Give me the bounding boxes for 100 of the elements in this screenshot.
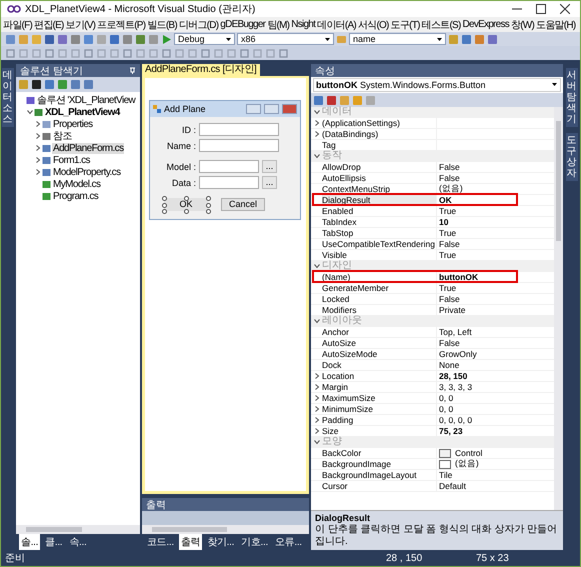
menu-item[interactable]: 보기(V): [66, 18, 96, 32]
property-name[interactable]: UseCompatibleTextRendering: [322, 239, 437, 249]
maximize-icon[interactable]: [536, 4, 546, 14]
panel-tab[interactable]: 속...: [67, 534, 88, 550]
pin-icon[interactable]: [129, 67, 136, 74]
chevron-down-icon[interactable]: [314, 109, 320, 115]
tree-item[interactable]: MyModel.cs: [52, 178, 102, 190]
resize-handle[interactable]: [184, 196, 189, 201]
chevron-right-icon[interactable]: [34, 133, 40, 139]
input-field[interactable]: [199, 176, 259, 189]
property-value[interactable]: 10: [439, 217, 448, 227]
caret-icon[interactable]: [226, 38, 231, 41]
menu-item[interactable]: 창(W): [510, 18, 534, 32]
property-name[interactable]: MinimumSize: [322, 404, 437, 414]
tree-item[interactable]: Program.cs: [52, 190, 100, 202]
property-value[interactable]: 0, 0, 0, 0: [439, 415, 472, 425]
property-value[interactable]: Default: [439, 481, 466, 491]
chevron-right-icon[interactable]: [314, 373, 320, 379]
property-value[interactable]: False: [439, 173, 460, 183]
property-name[interactable]: Anchor: [322, 327, 437, 337]
panel-tab[interactable]: 출력: [178, 534, 202, 550]
chevron-right-icon[interactable]: [34, 145, 40, 151]
cancel-button[interactable]: Cancel: [221, 198, 265, 211]
horizontal-scrollbar[interactable]: [16, 525, 140, 534]
property-value[interactable]: GrowOnly: [439, 349, 477, 359]
side-tab[interactable]: 서버 탐색기: [566, 68, 578, 127]
close-icon[interactable]: [560, 4, 570, 14]
menu-item[interactable]: 디버그(D): [178, 18, 218, 32]
property-value[interactable]: (없음): [439, 183, 463, 195]
caret-icon[interactable]: [325, 38, 330, 41]
browse-button[interactable]: ...: [262, 176, 277, 189]
property-name[interactable]: MaximumSize: [322, 393, 437, 403]
property-name[interactable]: GenerateMember: [322, 283, 437, 293]
object-selector[interactable]: buttonOK System.Windows.Forms.Button: [313, 78, 561, 92]
property-name[interactable]: (DataBindings): [322, 129, 437, 139]
property-value[interactable]: 0, 0: [439, 393, 454, 403]
chevron-right-icon[interactable]: [34, 121, 40, 127]
toolbar-icon[interactable]: [31, 79, 42, 90]
property-value[interactable]: True: [439, 206, 456, 216]
find-field[interactable]: name: [349, 33, 446, 45]
horizontal-scrollbar[interactable]: [142, 525, 309, 534]
property-name[interactable]: AutoEllipsis: [322, 173, 437, 183]
tree-item[interactable]: AddPlaneForm.cs: [52, 142, 124, 154]
property-value[interactable]: Control: [455, 448, 482, 458]
side-tab[interactable]: 데이터 소스: [2, 68, 14, 127]
property-name[interactable]: Visible: [322, 250, 437, 260]
menu-item[interactable]: 파일(F): [3, 18, 32, 32]
chevron-right-icon[interactable]: [34, 169, 40, 175]
minimize-button[interactable]: [246, 104, 261, 114]
vertical-scrollbar[interactable]: [554, 107, 563, 510]
property-value[interactable]: False: [439, 239, 460, 249]
menu-item[interactable]: gDEBugger: [220, 19, 266, 30]
property-name[interactable]: (ApplicationSettings): [322, 118, 437, 128]
chevron-right-icon[interactable]: [314, 395, 320, 401]
ok-button[interactable]: OK: [164, 198, 208, 211]
input-field[interactable]: [199, 160, 259, 173]
tree-item[interactable]: 솔루션 'XDL_PlanetView: [36, 93, 136, 107]
property-value[interactable]: 75, 23: [439, 426, 463, 436]
menu-item[interactable]: 빌드(B): [147, 18, 177, 32]
resize-handle[interactable]: [184, 209, 189, 214]
close-button[interactable]: [282, 104, 297, 114]
menu-item[interactable]: 팀(M): [267, 18, 290, 32]
chevron-down-icon[interactable]: [314, 153, 320, 159]
property-value[interactable]: buttonOK: [439, 272, 478, 282]
property-value[interactable]: 28, 150: [439, 371, 468, 381]
property-value[interactable]: 3, 3, 3, 3: [439, 382, 472, 392]
property-name[interactable]: Dock: [322, 360, 437, 370]
tree-item[interactable]: Properties: [52, 118, 94, 130]
property-name[interactable]: BackgroundImage: [322, 459, 437, 469]
panel-tab[interactable]: 기호...: [239, 534, 270, 550]
property-value[interactable]: None: [439, 360, 460, 370]
menu-item[interactable]: 편집(E): [34, 18, 64, 32]
side-tab[interactable]: 도구 상자: [566, 133, 578, 181]
panel-tab[interactable]: 찾기...: [205, 534, 236, 550]
chevron-right-icon[interactable]: [314, 384, 320, 390]
property-value[interactable]: Tile: [439, 470, 452, 480]
tree-item[interactable]: XDL_PlanetView4: [44, 106, 121, 118]
chevron-down-icon[interactable]: [26, 109, 32, 115]
chevron-down-icon[interactable]: [314, 318, 320, 324]
menu-item[interactable]: 도움말(H): [536, 18, 576, 32]
panel-tab[interactable]: 코드...: [145, 534, 176, 550]
property-name[interactable]: AllowDrop: [322, 162, 437, 172]
find-icon[interactable]: [336, 34, 347, 44]
property-value[interactable]: (없음): [455, 458, 479, 470]
property-name[interactable]: Enabled: [322, 206, 437, 216]
menu-item[interactable]: 도구(T): [390, 18, 420, 32]
document-tab[interactable]: AddPlaneForm.cs [디자인]: [142, 64, 260, 76]
property-name[interactable]: (Name): [322, 272, 437, 282]
property-name[interactable]: Modifiers: [322, 305, 437, 315]
menu-item[interactable]: 서식(O): [358, 18, 389, 32]
menu-item[interactable]: 테스트(S): [422, 18, 461, 32]
property-name[interactable]: Locked: [322, 294, 437, 304]
panel-tab[interactable]: 솔...: [19, 534, 40, 550]
menu-item[interactable]: Nsight: [291, 19, 316, 30]
property-name[interactable]: Location: [322, 371, 437, 381]
menu-item[interactable]: DevExpress: [462, 19, 509, 30]
menu-item[interactable]: 데이터(A): [317, 18, 356, 32]
property-value[interactable]: True: [439, 228, 456, 238]
browse-button[interactable]: ...: [262, 160, 277, 173]
chevron-right-icon[interactable]: [314, 417, 320, 423]
